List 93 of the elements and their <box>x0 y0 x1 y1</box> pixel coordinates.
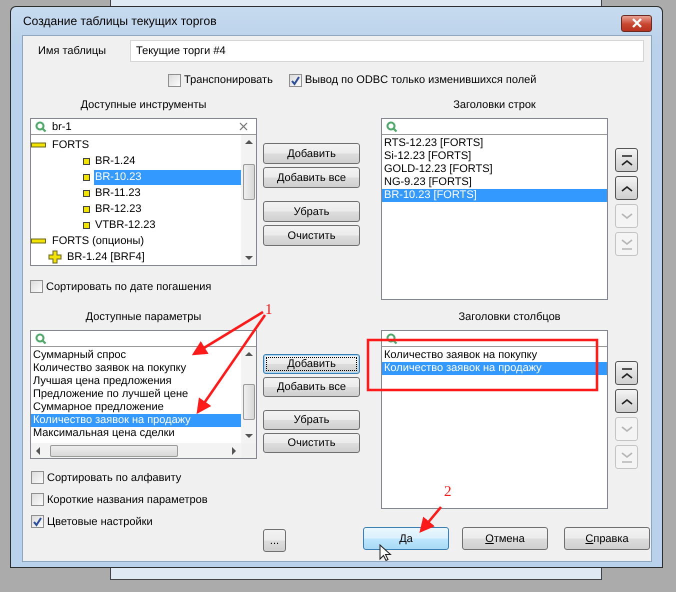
chevron-down-icon <box>620 238 632 250</box>
scroll-thumb[interactable] <box>50 444 178 456</box>
annotation-number: 1 <box>265 302 272 319</box>
list-item[interactable]: Суммарное предложение <box>31 401 241 414</box>
checkbox[interactable] <box>31 515 44 528</box>
instrument-icon <box>83 222 90 228</box>
section-heading: Доступные параметры <box>84 310 202 324</box>
close-icon <box>630 18 642 28</box>
cursor-icon <box>380 544 392 562</box>
list-item[interactable]: RTS-12.23 [FORTS] <box>382 137 607 150</box>
list-item[interactable]: Si-12.23 [FORTS] <box>382 150 607 163</box>
checkbox[interactable] <box>288 74 302 86</box>
checkbox-label: Транспонировать <box>184 74 273 86</box>
chevron-up-icon <box>620 184 632 192</box>
action-button[interactable]: Убрать <box>263 410 360 430</box>
tree-item[interactable]: BR-12.23 <box>94 202 142 216</box>
chevron-down-icon <box>620 212 632 220</box>
action-button[interactable]: Добавить все <box>263 377 360 397</box>
table-name-field[interactable]: Текущие торги #4 <box>130 40 644 62</box>
scroll-down-icon[interactable] <box>244 256 252 261</box>
close-button[interactable] <box>621 14 652 32</box>
instrument-icon <box>83 206 90 212</box>
dialog-button[interactable]: Да <box>363 527 449 550</box>
section-heading: Заголовки столбцов <box>457 310 562 324</box>
search-icon <box>35 332 47 344</box>
scroll-up-icon[interactable] <box>244 139 252 144</box>
tree-item[interactable]: VTBR-12.23 <box>94 218 157 232</box>
scroll-left-icon[interactable] <box>35 446 40 454</box>
scroll-up-icon[interactable] <box>244 351 252 356</box>
chevron-up-icon <box>620 398 632 404</box>
move-button[interactable] <box>615 389 638 413</box>
action-button[interactable]: Добавить все <box>263 167 360 188</box>
checkbox-label: Цветовые настройки <box>47 516 153 528</box>
chevron-down-icon <box>620 426 632 432</box>
checkbox-label: Вывод по ODBC только изменившихся полей <box>304 74 536 86</box>
scroll-right-icon[interactable] <box>232 446 237 454</box>
list-item[interactable]: Количество заявок на покупку <box>382 349 607 362</box>
scrollbar[interactable] <box>241 135 256 265</box>
scroll-thumb[interactable] <box>242 384 254 420</box>
chevron-down-icon <box>620 452 632 462</box>
more-button[interactable]: ... <box>263 529 286 552</box>
search-icon <box>386 120 398 132</box>
checkbox[interactable] <box>31 471 44 484</box>
window-title: Создание таблицы текущих торгов <box>22 14 217 28</box>
move-button[interactable] <box>615 176 638 200</box>
move-button[interactable] <box>615 148 638 172</box>
checkbox[interactable] <box>168 74 181 86</box>
instrument-icon <box>83 190 90 196</box>
section-heading: Доступные инструменты <box>80 98 208 112</box>
tree-item[interactable]: BR-11.23 <box>94 186 142 200</box>
action-button[interactable]: Очистить <box>263 225 360 246</box>
annotation-arrow <box>419 506 442 533</box>
checkbox-label: Сортировать по дате погашения <box>46 280 212 292</box>
field-label: Имя таблицы <box>37 45 108 57</box>
dialog-button[interactable]: Справка <box>564 527 650 550</box>
checkbox-label: Короткие названия параметров <box>47 494 208 506</box>
scroll-down-icon[interactable] <box>244 434 252 439</box>
list-item[interactable]: Количество заявок на покупку <box>31 362 241 375</box>
instrument-icon <box>83 174 90 180</box>
tree-item[interactable]: BR-1.24 [BRF4] <box>66 250 146 264</box>
scrollbar[interactable] <box>31 443 256 458</box>
dialog-button[interactable]: Отмена <box>462 527 548 550</box>
list-item[interactable]: GOLD-12.23 [FORTS] <box>382 163 607 176</box>
list-item[interactable]: Суммарный спрос <box>31 349 241 362</box>
tree-item[interactable]: FORTS <box>51 138 90 152</box>
chevron-up-icon <box>620 368 632 378</box>
search-field[interactable]: br-1 <box>52 120 234 132</box>
instrument-icon <box>83 158 90 164</box>
clear-icon[interactable] <box>239 122 248 131</box>
tree-item[interactable]: FORTS (опционы) <box>51 234 146 248</box>
move-button[interactable] <box>615 361 638 385</box>
action-button[interactable]: Добавить <box>263 354 360 374</box>
scroll-thumb[interactable] <box>242 164 254 200</box>
section-heading: Заголовки строк <box>452 98 537 112</box>
expand-icon[interactable] <box>48 250 62 264</box>
scrollbar[interactable] <box>241 347 256 443</box>
chevron-up-icon <box>620 154 632 166</box>
tree-item[interactable]: BR-1.24 <box>94 154 136 168</box>
list-item[interactable]: Лучшая цена предложения <box>31 375 241 388</box>
search-icon <box>386 332 398 344</box>
list-item[interactable]: Предложение по лучшей цене <box>31 388 241 401</box>
collapse-icon[interactable] <box>31 142 47 148</box>
collapse-icon[interactable] <box>31 238 47 244</box>
annotation-number: 2 <box>444 484 452 501</box>
checkbox[interactable] <box>31 493 44 506</box>
list-item[interactable]: Максимальная цена сделки <box>31 427 241 440</box>
list-item[interactable]: NG-9.23 [FORTS] <box>382 176 607 189</box>
action-button[interactable]: Убрать <box>263 201 360 222</box>
action-button[interactable]: Добавить <box>263 143 360 164</box>
search-icon <box>35 120 47 132</box>
action-button[interactable]: Очистить <box>263 433 360 453</box>
checkbox-label: Сортировать по алфавиту <box>47 472 182 484</box>
checkbox[interactable] <box>30 280 43 293</box>
